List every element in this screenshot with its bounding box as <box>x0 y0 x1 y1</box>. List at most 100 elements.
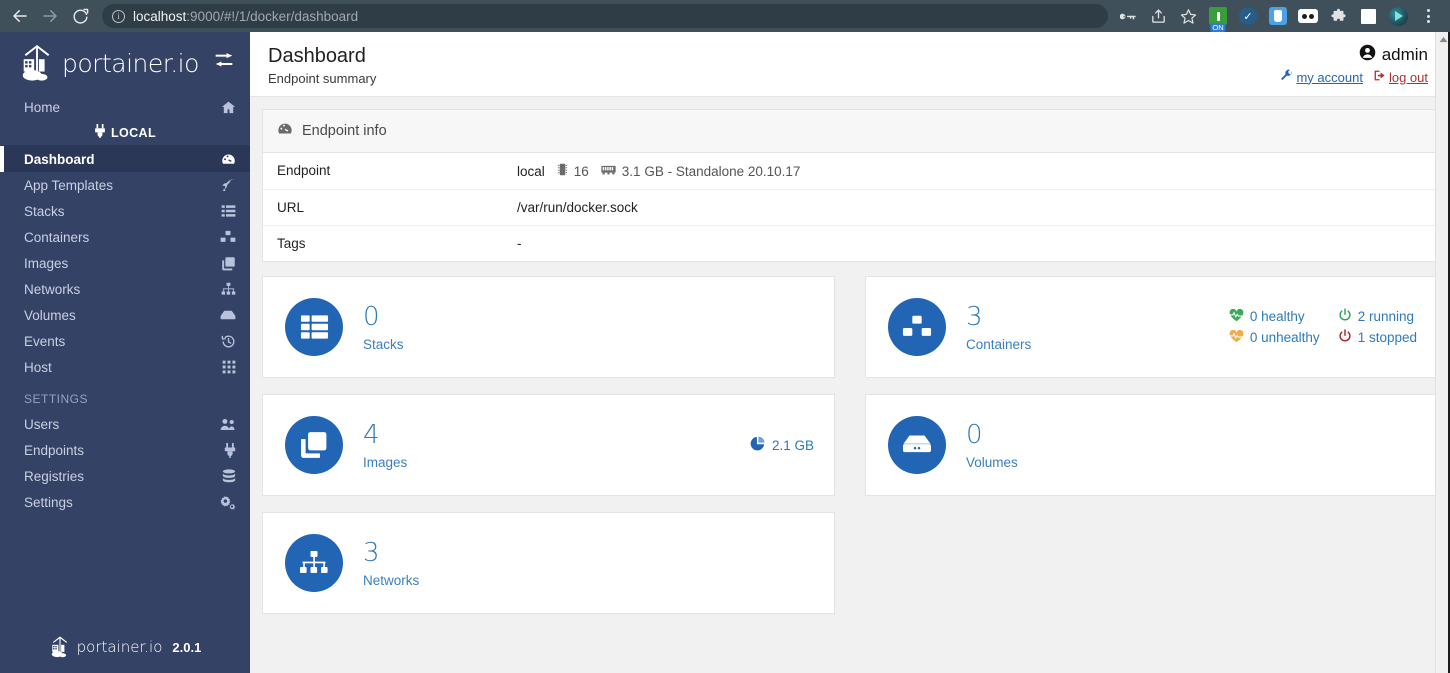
power-green-icon <box>1338 308 1352 325</box>
extension-puzzle-icon[interactable] <box>1324 2 1352 30</box>
account-links: my account log out <box>1280 69 1428 85</box>
extension-on-icon[interactable] <box>1204 2 1232 30</box>
row-label: Tags <box>277 236 306 251</box>
plug-icon <box>224 442 236 458</box>
images-card[interactable]: 4 Images 2.1 GB <box>262 394 835 496</box>
sidebar-item-networks[interactable]: Networks <box>0 276 250 302</box>
sidebar-item-registries[interactable]: Registries <box>0 463 250 489</box>
sidebar-item-label: App Templates <box>24 177 114 193</box>
log-out-link[interactable]: log out <box>1389 70 1428 85</box>
row-value: local 16 3.1 GB - Standalone 20.10.17 <box>517 163 800 179</box>
sidebar-item-events[interactable]: Events <box>0 328 250 354</box>
sidebar-item-users[interactable]: Users <box>0 411 250 437</box>
sidebar-item-stacks[interactable]: Stacks <box>0 198 250 224</box>
images-text: 4 Images <box>363 421 407 470</box>
user-name: admin <box>1381 45 1428 64</box>
extension-bag-icon[interactable] <box>1264 2 1292 30</box>
history-icon <box>221 334 236 349</box>
gears-icon <box>220 495 236 510</box>
extension-goggles-icon[interactable] <box>1294 2 1322 30</box>
database-icon <box>222 468 236 484</box>
sidebar-brand[interactable]: portainer.io <box>0 32 250 94</box>
row-value: /var/run/docker.sock <box>517 200 638 215</box>
memory-info: 3.1 GB - Standalone 20.10.17 <box>621 163 801 179</box>
images-label: Images <box>363 454 408 470</box>
chrome-menu-icon[interactable] <box>1414 2 1442 30</box>
url-text: localhost:9000/#!/1/docker/dashboard <box>133 8 359 24</box>
stacks-label: Stacks <box>363 336 404 352</box>
user-circle-icon <box>1359 44 1376 66</box>
key-icon[interactable] <box>1114 2 1142 30</box>
list-icon <box>221 204 236 218</box>
forward-arrow-icon[interactable] <box>36 2 64 30</box>
endpoint-info-panel: Endpoint info Endpoint local 16 3.1 GB -… <box>262 109 1438 262</box>
bookmark-star-icon[interactable] <box>1174 2 1202 30</box>
reload-icon[interactable] <box>66 2 94 30</box>
extension-check-icon[interactable]: ✓ <box>1234 2 1262 30</box>
dashboard-cards: 0 Stacks 3 Containers 0 healthy 2 runnin… <box>262 276 1438 630</box>
containers-label: Containers <box>966 336 1032 352</box>
users-icon <box>220 418 236 431</box>
sidebar-item-images[interactable]: Images <box>0 250 250 276</box>
sidebar-item-label: Containers <box>24 229 90 245</box>
power-red-icon <box>1338 329 1352 346</box>
share-icon[interactable] <box>1144 2 1172 30</box>
sidebar-version: 2.0.1 <box>172 639 202 655</box>
sidebar-footer: portainer.io 2.0.1 <box>0 635 250 673</box>
my-account-link[interactable]: my account <box>1296 70 1362 85</box>
endpoint-name: local <box>517 163 545 179</box>
containers-card[interactable]: 3 Containers 0 healthy 2 running 0 unhea… <box>865 276 1438 378</box>
sidebar-item-dashboard[interactable]: Dashboard <box>0 146 250 172</box>
sidebar-item-volumes[interactable]: Volumes <box>0 302 250 328</box>
sidebar-item-settings[interactable]: Settings <box>0 489 250 515</box>
sidebar-item-label: Volumes <box>24 307 76 323</box>
volumes-card[interactable]: 0 Volumes <box>865 394 1438 496</box>
card-cell: 0 Volumes <box>865 394 1438 512</box>
card-cell: 3 Containers 0 healthy 2 running 0 unhea… <box>865 276 1438 394</box>
stacks-text: 0 Stacks <box>363 303 404 352</box>
networks-card[interactable]: 3 Networks <box>262 512 835 614</box>
containers-count: 3 <box>966 301 983 332</box>
endpoint-row: Endpoint local 16 3.1 GB - Standalone 20… <box>263 153 1437 190</box>
home-icon <box>221 100 236 115</box>
stacks-card[interactable]: 0 Stacks <box>262 276 835 378</box>
grid-icon <box>222 360 236 374</box>
images-size: 2.1 GB <box>750 436 814 454</box>
volume-icon <box>220 309 236 321</box>
card-cell: 0 Stacks <box>262 276 835 394</box>
user-display: admin <box>1280 44 1428 66</box>
sidebar-settings-title: SETTINGS <box>24 392 89 406</box>
sidebar-item-host[interactable]: Host <box>0 354 250 380</box>
back-arrow-icon[interactable] <box>6 2 34 30</box>
sidebar-item-home[interactable]: Home <box>0 94 250 120</box>
main-content: Dashboard Endpoint summary admin my acco… <box>250 32 1450 673</box>
images-size-text: 2.1 GB <box>771 437 814 453</box>
sidebar-item-app-templates[interactable]: App Templates <box>0 172 250 198</box>
card-cell: 3 Networks <box>262 512 835 630</box>
networks-label: Networks <box>363 572 420 588</box>
collapse-toggle-icon[interactable] <box>214 52 234 74</box>
sidebar-item-label: Home <box>24 99 61 115</box>
endpoint-info-title: Endpoint info <box>302 123 387 139</box>
sidebar-item-endpoints[interactable]: Endpoints <box>0 437 250 463</box>
pie-chart-icon <box>750 436 765 454</box>
extension-square-icon[interactable] <box>1354 2 1382 30</box>
volumes-label: Volumes <box>966 454 1018 470</box>
browser-toolbar: i localhost:9000/#!/1/docker/dashboard ✓ <box>0 0 1450 32</box>
sign-out-icon <box>1373 69 1386 85</box>
page-subtitle: Endpoint summary <box>268 71 377 86</box>
stacks-count: 0 <box>363 301 380 332</box>
extension-teal-icon[interactable] <box>1384 2 1412 30</box>
address-bar[interactable]: i localhost:9000/#!/1/docker/dashboard <box>102 4 1108 28</box>
volumes-count: 0 <box>966 419 983 450</box>
row-label: URL <box>277 200 305 215</box>
containers-status: 0 healthy 2 running 0 unhealthy 1 stoppe… <box>1229 308 1417 346</box>
sidebar-item-containers[interactable]: Containers <box>0 224 250 250</box>
networks-count: 3 <box>363 537 380 568</box>
site-info-icon[interactable]: i <box>112 9 125 23</box>
rocket-icon <box>221 178 236 193</box>
endpoint-info-header: Endpoint info <box>263 110 1437 153</box>
status-running: 2 running <box>1338 308 1417 325</box>
status-text: 1 stopped <box>1357 330 1417 345</box>
containers-icon <box>220 230 236 244</box>
